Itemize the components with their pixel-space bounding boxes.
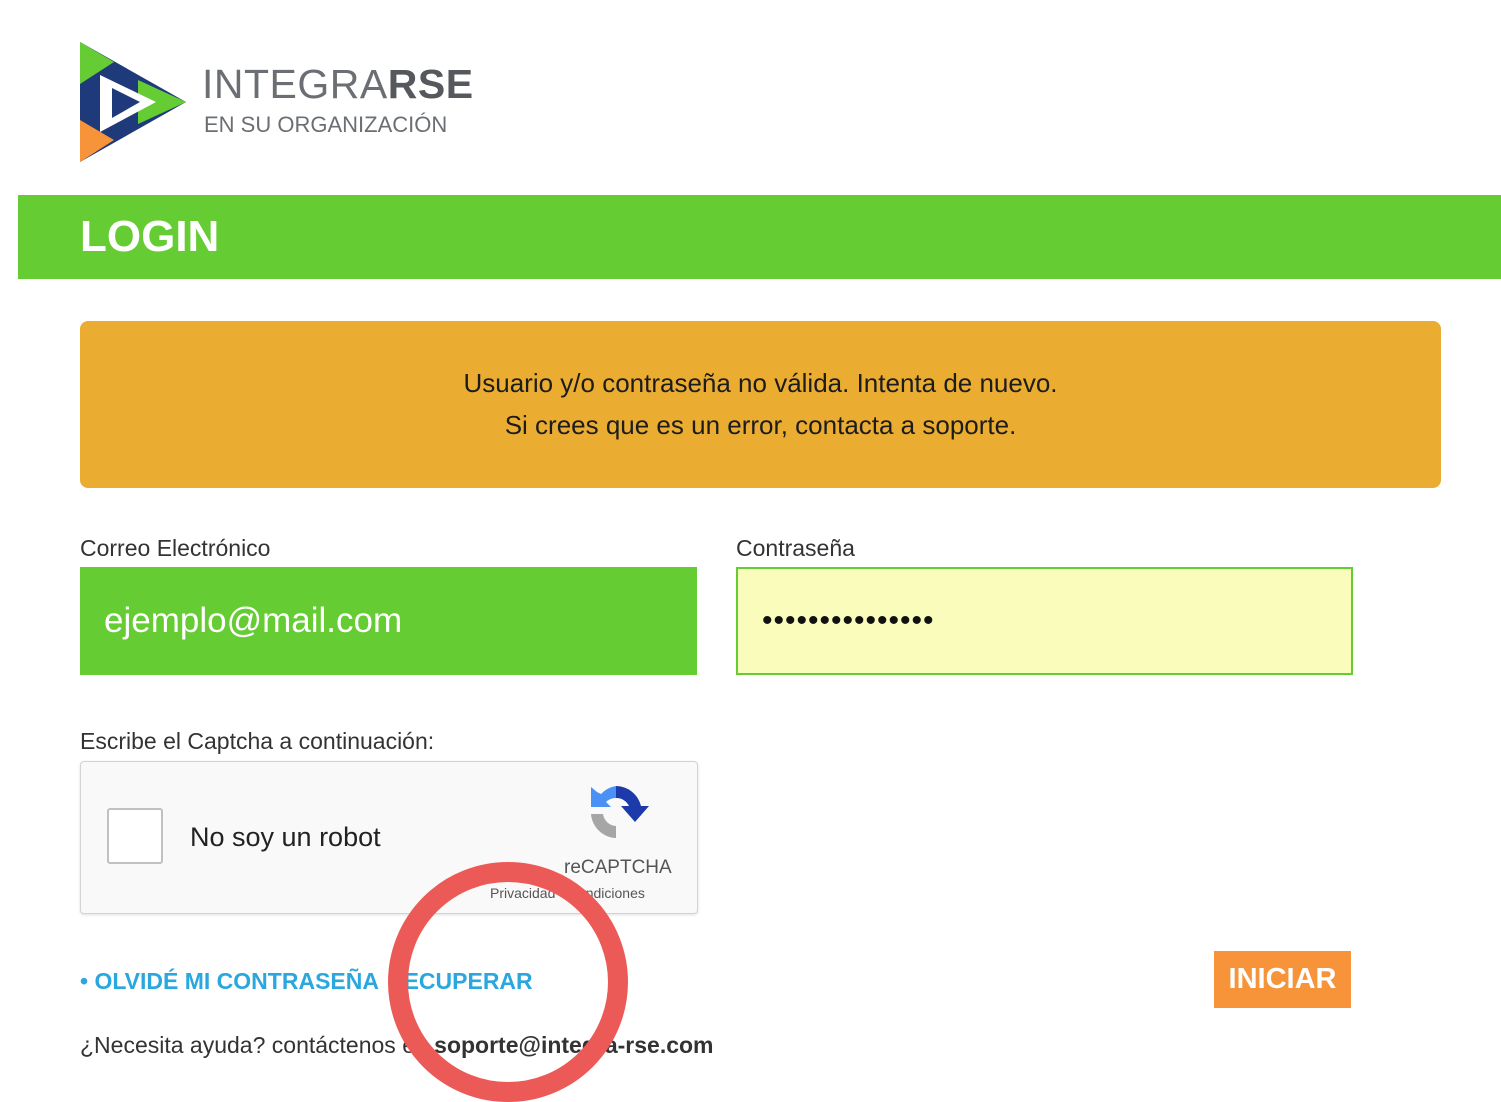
password-label: Contraseña xyxy=(736,535,855,561)
email-label: Correo Electrónico xyxy=(80,535,271,561)
error-alert: Usuario y/o contraseña no válida. Intent… xyxy=(80,321,1441,488)
page-title: LOGIN xyxy=(80,212,220,261)
recaptcha-brand: reCAPTCHA xyxy=(564,857,672,878)
support-email[interactable]: soporte@integra-rse.com xyxy=(434,1032,713,1058)
alert-line-2: Si crees que es un error, contacta a sop… xyxy=(504,409,1017,440)
login-submit-button[interactable]: INICIAR xyxy=(1214,951,1351,1008)
login-banner: LOGIN xyxy=(18,195,1501,279)
help-prefix: ¿Necesita ayuda? contáctenos en xyxy=(80,1032,428,1058)
recaptcha-icon xyxy=(591,786,649,838)
captcha-label: Escribe el Captcha a continuación: xyxy=(80,728,435,754)
forgot-password-link[interactable]: • OLVIDÉ MI CONTRASEÑA RECUPERAR xyxy=(80,970,533,993)
recaptcha-privacy-links[interactable]: Privacidad - Condiciones xyxy=(490,886,645,900)
password-field[interactable] xyxy=(736,567,1353,675)
captcha-checkbox[interactable] xyxy=(107,808,163,864)
play-triangle-logo-icon xyxy=(80,42,186,162)
recover-link[interactable]: RECUPERAR xyxy=(387,968,533,994)
forgot-password-text: • OLVIDÉ MI CONTRASEÑA xyxy=(80,968,379,994)
brand-tagline: EN SU ORGANIZACIÓN xyxy=(204,112,448,137)
email-field[interactable] xyxy=(80,567,697,675)
brand-logo: INTEGRARSE EN SU ORGANIZACIÓN xyxy=(78,40,498,165)
help-text: ¿Necesita ayuda? contáctenos en soporte@… xyxy=(80,1034,714,1057)
recaptcha-widget: No soy un robot reCAPTCHA Privacidad - C… xyxy=(80,761,698,914)
alert-line-1: Usuario y/o contraseña no válida. Intent… xyxy=(463,367,1058,398)
captcha-checkbox-label: No soy un robot xyxy=(190,822,381,852)
brand-name: INTEGRARSE xyxy=(202,61,474,107)
